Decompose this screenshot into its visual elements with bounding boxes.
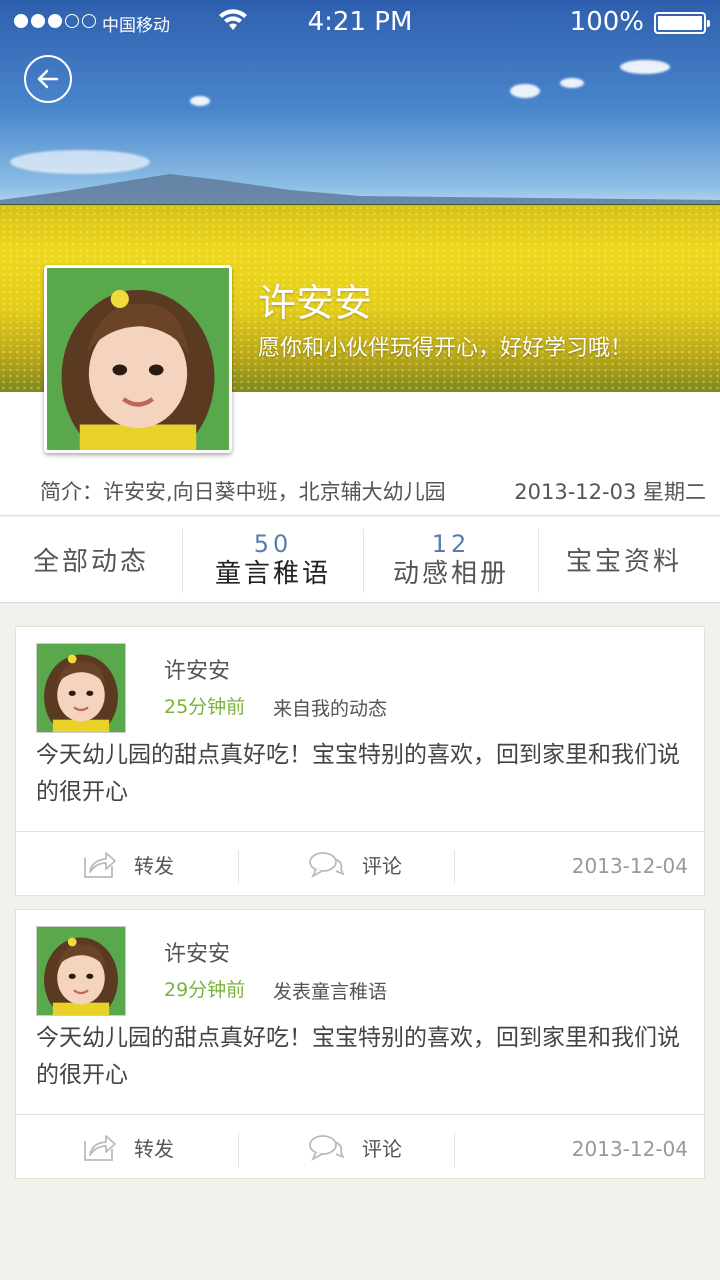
share-icon xyxy=(84,1135,116,1161)
tab-photo-album[interactable]: 12 动感相册 xyxy=(364,517,538,603)
post-author[interactable]: 许安安 xyxy=(164,936,230,968)
feed-post: 许安安 29分钟前 发表童言稚语 今天幼儿园的甜点真好吃！宝宝特别的喜欢，回到家… xyxy=(15,909,705,1179)
post-time-ago: 29分钟前 xyxy=(164,979,246,1001)
child-photo xyxy=(47,268,229,450)
status-bar: 中国移动 4:21 PM 100% xyxy=(0,0,720,44)
share-label: 转发 xyxy=(134,1136,174,1161)
tab-baby-profile[interactable]: 宝宝资料 xyxy=(539,517,709,603)
post-body: 今天幼儿园的甜点真好吃！宝宝特别的喜欢，回到家里和我们说的很开心 xyxy=(36,742,680,805)
comment-label: 评论 xyxy=(362,1136,402,1161)
share-label: 转发 xyxy=(134,853,174,878)
comment-button[interactable]: 评论 xyxy=(308,832,402,896)
comment-button[interactable]: 评论 xyxy=(308,1115,402,1179)
cloud xyxy=(560,78,584,88)
post-avatar[interactable] xyxy=(36,643,126,733)
tab-label: 宝宝资料 xyxy=(565,547,682,577)
profile-avatar[interactable] xyxy=(44,265,232,453)
battery-icon xyxy=(654,12,710,34)
tab-label: 动感相册 xyxy=(392,559,509,589)
mountains xyxy=(0,174,720,210)
profile-motto: 愿你和小伙伴玩得开心，好好学习哦！ xyxy=(258,336,633,361)
post-actions: 转发 评论 2013-12-04 xyxy=(16,831,704,895)
post-body: 今天幼儿园的甜点真好吃！宝宝特别的喜欢，回到家里和我们说的很开心 xyxy=(36,1025,680,1088)
tab-label: 全部动态 xyxy=(32,547,149,577)
post-time-ago: 25分钟前 xyxy=(164,696,246,718)
share-icon xyxy=(84,852,116,878)
battery-percent: 100% xyxy=(569,7,644,37)
back-arrow-icon xyxy=(37,69,59,89)
tab-count: 12 xyxy=(431,530,471,558)
child-photo xyxy=(37,644,125,732)
action-divider xyxy=(238,850,239,884)
action-divider xyxy=(238,1133,239,1167)
post-author[interactable]: 许安安 xyxy=(164,653,230,685)
share-button[interactable]: 转发 xyxy=(82,832,174,896)
back-button[interactable] xyxy=(24,55,72,103)
action-divider xyxy=(454,1133,455,1167)
comment-icon xyxy=(309,1135,344,1162)
current-date: 2013-12-03 星期二 xyxy=(514,480,706,504)
post-avatar[interactable] xyxy=(36,926,126,1016)
comment-icon xyxy=(309,852,344,879)
tab-count: 50 xyxy=(253,530,293,558)
post-date: 2013-12-04 xyxy=(571,854,688,878)
tab-bar: 全部动态 50 童言稚语 12 动感相册 宝宝资料 xyxy=(0,517,720,603)
child-photo xyxy=(37,927,125,1015)
profile-intro: 简介：许安安,向日葵中班，北京辅大幼儿园 xyxy=(40,480,446,504)
feed-post: 许安安 25分钟前 来自我的动态 今天幼儿园的甜点真好吃！宝宝特别的喜欢，回到家… xyxy=(15,626,705,896)
cloud xyxy=(620,60,670,74)
cloud xyxy=(190,96,210,106)
tab-all-activity[interactable]: 全部动态 xyxy=(0,517,182,603)
cloud xyxy=(510,84,540,98)
profile-name: 许安安 xyxy=(258,281,373,325)
post-date: 2013-12-04 xyxy=(571,1137,688,1161)
post-source: 来自我的动态 xyxy=(273,698,388,720)
post-source: 发表童言稚语 xyxy=(273,981,388,1003)
action-divider xyxy=(454,850,455,884)
tab-child-quotes[interactable]: 50 童言稚语 xyxy=(183,517,363,603)
post-actions: 转发 评论 2013-12-04 xyxy=(16,1114,704,1178)
tab-label: 童言稚语 xyxy=(214,559,331,589)
comment-label: 评论 xyxy=(362,853,402,878)
share-button[interactable]: 转发 xyxy=(82,1115,174,1179)
